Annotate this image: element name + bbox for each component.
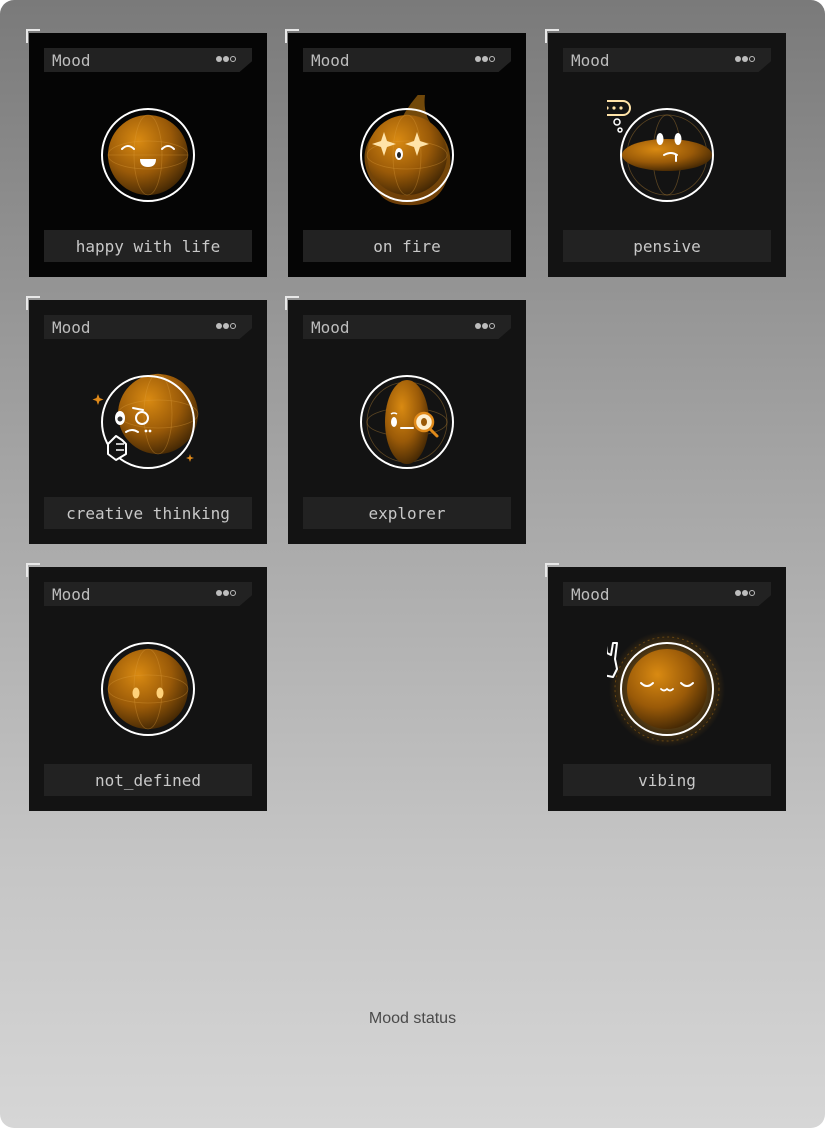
corner-bracket [545, 563, 559, 577]
mood-explorer-illustration [360, 375, 454, 469]
more-options-icon[interactable] [216, 323, 238, 331]
mood-card[interactable]: Mood vibing [545, 563, 786, 811]
corner-bracket [26, 29, 40, 43]
mood-label-box: happy with life [44, 230, 252, 262]
page-caption: Mood status [368, 1010, 457, 1027]
card-header-title: Mood [571, 585, 610, 604]
card-header: Mood [303, 315, 511, 339]
mood-on-fire-illustration [360, 95, 454, 206]
corner-bracket [26, 563, 40, 577]
mood-pensive-illustration [607, 100, 714, 202]
mood-card[interactable]: Mood pensive [545, 29, 786, 277]
mood-card[interactable]: Mood happy with life [26, 29, 267, 277]
mood-label: not_defined [95, 770, 201, 790]
more-options-icon[interactable] [475, 323, 497, 331]
mood-label: explorer [368, 503, 446, 523]
mood-label-box: creative thinking [44, 497, 252, 529]
mood-label: vibing [638, 770, 696, 790]
mood-card[interactable]: Mood on fire [285, 29, 526, 277]
canvas: Mood happy with life Mood on fire Mood p… [0, 0, 825, 1128]
card-header: Mood [563, 582, 771, 606]
card-header-title: Mood [571, 51, 610, 70]
more-options-icon[interactable] [735, 590, 757, 598]
more-options-icon[interactable] [216, 56, 238, 64]
card-header-title: Mood [311, 51, 350, 70]
mood-label-box: pensive [563, 230, 771, 262]
card-header: Mood [44, 48, 252, 72]
card-header: Mood [44, 315, 252, 339]
mood-creative-illustration [92, 373, 199, 469]
mood-label: happy with life [75, 236, 221, 256]
corner-bracket [285, 29, 299, 43]
corner-bracket [26, 296, 40, 310]
more-options-icon[interactable] [735, 56, 757, 64]
card-header-title: Mood [52, 51, 91, 70]
corner-bracket [545, 29, 559, 43]
mood-happy-illustration [101, 108, 195, 202]
card-header: Mood [303, 48, 511, 72]
mood-label: creative thinking [66, 503, 230, 523]
mood-label: pensive [633, 236, 701, 256]
more-options-icon[interactable] [216, 590, 238, 598]
mood-card[interactable]: Mood explorer [285, 296, 526, 544]
card-header: Mood [44, 582, 252, 606]
card-header: Mood [563, 48, 771, 72]
card-header-title: Mood [52, 585, 91, 604]
mood-label-box: not_defined [44, 764, 252, 796]
card-header-title: Mood [311, 318, 350, 337]
mood-card[interactable]: Mood not_defined [26, 563, 267, 811]
more-options-icon[interactable] [475, 56, 497, 64]
mood-label: on fire [373, 236, 441, 256]
mood-label-box: on fire [303, 230, 511, 262]
corner-bracket [285, 296, 299, 310]
mood-vibing-illustration [607, 631, 725, 747]
card-header-title: Mood [52, 318, 91, 337]
mood-card[interactable]: Mood creative thinking [26, 296, 267, 544]
mood-label-box: explorer [303, 497, 511, 529]
mood-label-box: vibing [563, 764, 771, 796]
mood-neutral-illustration [101, 642, 195, 736]
